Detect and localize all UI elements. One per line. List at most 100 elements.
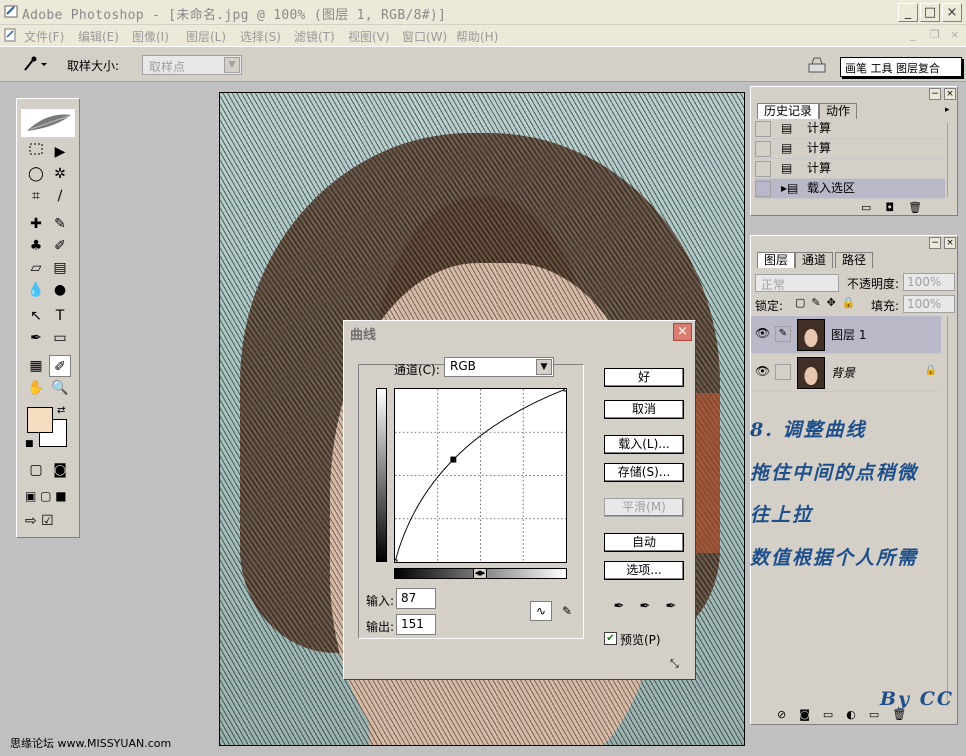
quick-mask-icon[interactable]: ◙ — [49, 459, 71, 481]
black-eyedropper-icon[interactable]: ✒ — [610, 599, 628, 617]
healing-brush-tool-icon[interactable]: ✚ — [25, 213, 47, 235]
dialog-close-button[interactable]: × — [673, 323, 692, 341]
panel-close-button[interactable]: × — [944, 237, 956, 249]
foreground-color-swatch[interactable] — [27, 407, 53, 433]
tab-channels[interactable]: 通道 — [795, 252, 834, 268]
brush-link-icon[interactable]: ✎ — [775, 326, 791, 342]
smooth-button[interactable]: 平滑(M) — [604, 498, 684, 517]
history-scrollbar[interactable] — [947, 123, 957, 197]
close-button[interactable]: × — [942, 3, 962, 22]
ok-button[interactable]: 好 — [604, 368, 684, 387]
menu-filter[interactable]: 滤镜(T) — [294, 28, 335, 45]
input-field[interactable]: 87 — [396, 588, 436, 609]
palette-well-tabs[interactable]: 画笔 工具 图层复合 — [840, 57, 962, 77]
gradient-tool-icon[interactable]: ▤ — [49, 257, 71, 279]
tab-paths[interactable]: 路径 — [835, 252, 874, 268]
panel-minimize-button[interactable]: − — [929, 88, 941, 100]
swap-colors-icon[interactable]: ⇄ — [57, 405, 65, 416]
white-eyedropper-icon[interactable]: ✒ — [662, 599, 680, 617]
dodge-tool-icon[interactable]: ● — [49, 279, 71, 301]
auto-button[interactable]: 自动 — [604, 533, 684, 552]
type-tool-icon[interactable]: T — [49, 305, 71, 327]
history-state-checkbox[interactable] — [755, 141, 771, 157]
layers-scrollbar[interactable] — [947, 316, 957, 706]
save-button[interactable]: 存储(S)... — [604, 463, 684, 482]
crop-tool-icon[interactable]: ⌗ — [25, 185, 47, 207]
hand-tool-icon[interactable]: ✋ — [25, 377, 47, 399]
feather-logo-icon[interactable] — [21, 109, 75, 137]
menu-window[interactable]: 窗口(W) — [402, 28, 447, 45]
menu-layer[interactable]: 图层(L) — [186, 28, 226, 45]
curve-control-point[interactable] — [394, 559, 398, 563]
shape-tool-icon[interactable]: ▭ — [49, 327, 71, 349]
move-tool-icon[interactable]: ▶ — [49, 141, 71, 163]
notes-tool-icon[interactable]: ▦ — [25, 355, 47, 377]
history-footer-icons[interactable]: ▭◘🗑 — [861, 201, 936, 214]
menu-image[interactable]: 图像(I) — [132, 28, 169, 45]
history-item[interactable]: ▤ 计算 — [755, 159, 945, 179]
history-item[interactable]: ▸▤ 载入选区 — [755, 179, 945, 199]
eye-icon[interactable]: 👁 — [755, 326, 770, 340]
blur-tool-icon[interactable]: 💧 — [25, 279, 47, 301]
magic-wand-tool-icon[interactable]: ✲ — [49, 163, 71, 185]
history-state-checkbox[interactable] — [755, 121, 771, 137]
tab-actions[interactable]: 动作 — [819, 103, 858, 119]
pencil-tool-icon[interactable]: ✎ — [556, 601, 578, 621]
minimize-button[interactable]: _ — [898, 3, 918, 22]
blend-mode-select[interactable]: 正常 — [755, 274, 839, 292]
link-box-icon[interactable] — [775, 364, 791, 380]
lasso-tool-icon[interactable]: ◯ — [25, 163, 47, 185]
history-state-checkbox[interactable] — [755, 181, 771, 197]
panel-close-button[interactable]: × — [944, 88, 956, 100]
eraser-tool-icon[interactable]: ▱ — [25, 257, 47, 279]
lock-options-icons[interactable]: ▢✎✥🔒 — [795, 296, 862, 309]
curve-control-point-selected[interactable] — [450, 456, 457, 463]
panel-minimize-button[interactable]: − — [929, 237, 941, 249]
tab-history[interactable]: 历史记录 — [757, 103, 820, 119]
input-gradient-bar[interactable]: ◀▶ — [394, 568, 567, 579]
doc-restore-button[interactable]: ❐ — [930, 28, 940, 41]
options-button[interactable]: 选项... — [604, 561, 684, 580]
eyedropper-tool-icon[interactable]: ✐ — [49, 355, 71, 377]
cancel-button[interactable]: 取消 — [604, 400, 684, 419]
marquee-tool-icon[interactable] — [25, 141, 47, 163]
jump-to-imageready-icon[interactable]: ⇨ ☑ — [25, 513, 75, 529]
eye-icon[interactable]: 👁 — [755, 364, 770, 378]
standard-mode-icon[interactable]: ▢ — [25, 459, 47, 481]
layer-row[interactable]: 👁 ✎ 图层 1 — [751, 316, 941, 354]
path-selection-tool-icon[interactable]: ↖ — [25, 305, 47, 327]
tab-layers[interactable]: 图层 — [757, 252, 796, 268]
menu-help[interactable]: 帮助(H) — [456, 28, 498, 45]
panel-menu-icon[interactable]: ▸ — [945, 105, 950, 115]
history-state-checkbox[interactable] — [755, 161, 771, 177]
zoom-tool-icon[interactable]: 🔍 — [49, 377, 71, 399]
doc-minimize-button[interactable]: _ — [910, 28, 916, 41]
gradient-toggle-icon[interactable]: ◀▶ — [473, 568, 487, 579]
history-item[interactable]: ▤ 计算 — [755, 139, 945, 159]
slice-tool-icon[interactable]: ∕ — [49, 185, 71, 207]
curve-graph[interactable] — [394, 388, 567, 563]
gray-eyedropper-icon[interactable]: ✒ — [636, 599, 654, 617]
opacity-field[interactable]: 100% — [903, 273, 955, 291]
default-colors-icon[interactable]: ■ — [25, 439, 34, 449]
history-item[interactable]: ▤ 计算 — [755, 119, 945, 139]
brush-tool-icon[interactable]: ✎ — [49, 213, 71, 235]
doc-close-button[interactable]: × — [950, 28, 959, 41]
menu-edit[interactable]: 编辑(E) — [78, 28, 119, 45]
fill-field[interactable]: 100% — [903, 295, 955, 313]
curve-point-tool-icon[interactable]: ∿ — [530, 601, 552, 621]
output-field[interactable]: 151 — [396, 614, 436, 635]
curve-control-point[interactable] — [563, 388, 567, 392]
menu-select[interactable]: 选择(S) — [240, 28, 281, 45]
layer-row[interactable]: 👁 背景 🔒 — [751, 354, 941, 392]
sample-size-select[interactable]: 取样点 ▼ — [142, 55, 242, 75]
palette-well-icon[interactable] — [807, 55, 827, 75]
eyedropper-tool-icon[interactable] — [22, 55, 48, 77]
history-brush-tool-icon[interactable]: ✐ — [49, 235, 71, 257]
maximize-button[interactable]: □ — [920, 3, 940, 22]
preview-checkbox[interactable]: ✔ — [604, 632, 617, 645]
pen-tool-icon[interactable]: ✒ — [25, 327, 47, 349]
load-button[interactable]: 载入(L)... — [604, 435, 684, 454]
expand-dialog-icon[interactable]: ⤡ — [670, 657, 679, 671]
channel-select[interactable]: RGB ▼ — [444, 357, 554, 377]
